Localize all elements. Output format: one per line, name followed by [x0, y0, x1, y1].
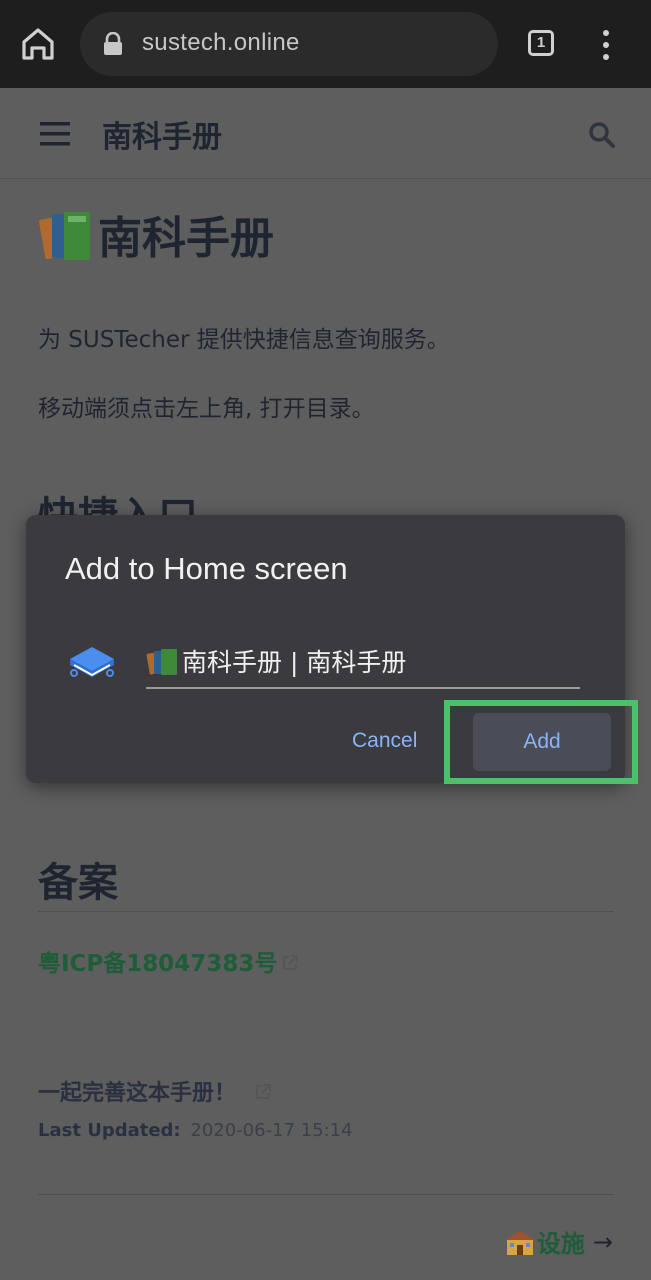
improve-link-text: 一起完善这本手册！ [38, 1081, 237, 1106]
tabs-icon[interactable]: 1 [528, 30, 554, 56]
intro-paragraph: 为 SUSTecher 提供快捷信息查询服务。 [38, 327, 450, 353]
icp-link[interactable]: 粤ICP备18047383号 [38, 944, 299, 978]
icp-link-text: 粤ICP备18047383号 [38, 951, 278, 977]
cancel-button[interactable]: Cancel [352, 729, 417, 753]
mobile-hint-paragraph: 移动端须点击左上角, 打开目录。 [38, 396, 375, 422]
site-book-icon [66, 643, 118, 683]
address-bar[interactable]: sustech.online [80, 12, 498, 76]
site-title[interactable]: 南科手册 [102, 112, 222, 156]
last-updated: Last Updated: 2020-06-17 15:14 [38, 1120, 353, 1141]
external-link-icon [254, 1082, 272, 1100]
section-heading-beian: 备案 [38, 860, 118, 906]
home-icon[interactable] [18, 22, 58, 66]
next-page-link[interactable]: 设施 → [504, 1224, 613, 1259]
school-icon [504, 1227, 535, 1257]
books-icon [38, 206, 96, 262]
last-updated-value: 2020-06-17 15:14 [190, 1120, 353, 1141]
improve-handbook-link[interactable]: 一起完善这本手册！ [38, 1075, 272, 1107]
browser-toolbar: sustech.online 1 [0, 0, 651, 88]
more-vert-icon[interactable] [598, 28, 614, 62]
url-text: sustech.online [142, 29, 300, 56]
menu-icon[interactable] [40, 121, 72, 147]
page-title: 南科手册 [38, 204, 274, 264]
lock-icon [102, 31, 124, 56]
arrow-right-icon: → [592, 1227, 613, 1256]
divider [38, 1194, 614, 1195]
search-icon[interactable] [588, 121, 616, 149]
external-link-icon [281, 952, 299, 970]
books-icon [146, 646, 180, 676]
add-button-highlight [444, 700, 638, 784]
page-header: 南科手册 [0, 88, 651, 179]
page-heading: 南科手册 [98, 213, 274, 264]
dialog-title: Add to Home screen [65, 551, 348, 586]
shortcut-name-value: 南科手册 | 南科手册 [182, 648, 407, 677]
divider [38, 911, 614, 912]
last-updated-label: Last Updated: [38, 1120, 181, 1141]
shortcut-name-input[interactable]: 南科手册 | 南科手册 [146, 635, 580, 689]
next-page-label: 设施 [536, 1230, 585, 1258]
